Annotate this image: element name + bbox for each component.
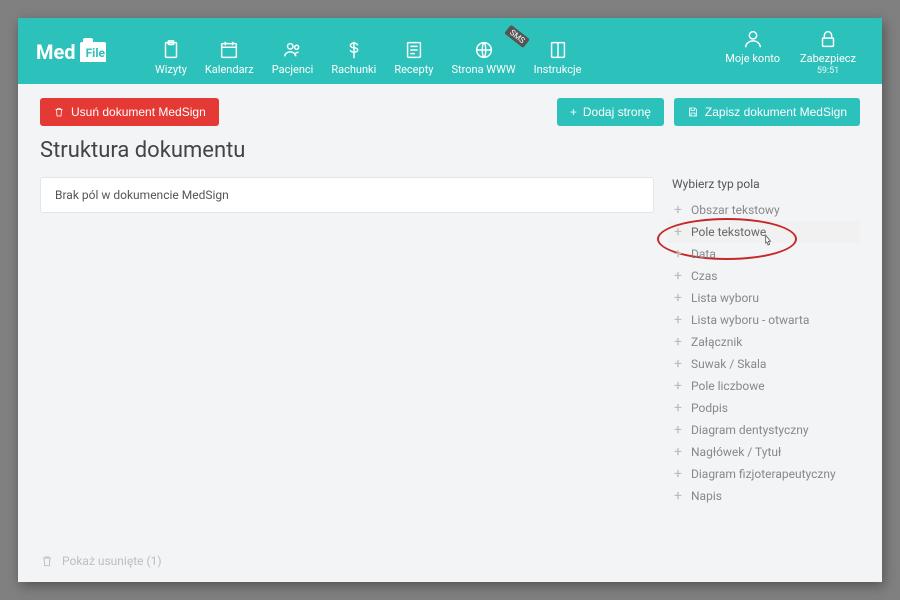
field-type-item[interactable]: + Diagram fizjoterapeutyczny [668, 463, 860, 485]
plus-icon: + [672, 225, 684, 239]
field-type-item[interactable]: + Podpis [668, 397, 860, 419]
plus-icon: + [672, 247, 684, 261]
plus-icon: + [672, 423, 684, 437]
plus-icon: + [672, 489, 684, 503]
field-type-label: Lista wyboru - otwarta [691, 313, 809, 327]
logo-text-1: Med [36, 40, 76, 64]
show-deleted-link[interactable]: Pokaż usunięte (1) [62, 554, 162, 568]
nav-patients[interactable]: Pacjenci [264, 37, 322, 78]
nav-invoices[interactable]: Rachunki [323, 37, 384, 78]
field-type-label: Nagłówek / Tytuł [691, 445, 781, 459]
book-icon [547, 39, 569, 61]
nav-account[interactable]: Moje konto [717, 26, 788, 78]
field-type-item[interactable]: + Data [668, 243, 860, 265]
field-type-label: Data [691, 247, 716, 261]
field-type-item[interactable]: + Czas [668, 265, 860, 287]
field-type-label: Diagram fizjoterapeutyczny [691, 467, 836, 481]
empty-document-message: Brak pól w dokumencie MedSign [40, 177, 654, 213]
field-type-label: Diagram dentystyczny [691, 423, 809, 437]
nav-calendar[interactable]: Kalendarz [197, 37, 262, 78]
field-type-label: Lista wyboru [691, 291, 759, 305]
field-type-item[interactable]: + Pole tekstowe [668, 221, 860, 243]
field-type-label: Czas [691, 269, 717, 283]
field-type-label: Pole tekstowe [691, 225, 766, 239]
field-type-item[interactable]: + Pole liczbowe [668, 375, 860, 397]
save-document-button[interactable]: Zapisz dokument MedSign [674, 98, 860, 126]
logo-text-2: File [86, 46, 105, 60]
field-type-label: Napis [691, 489, 722, 503]
action-bar: Usuń dokument MedSign + Dodaj stronę Zap… [40, 98, 860, 126]
calendar-icon [218, 39, 240, 61]
field-types-panel: Wybierz typ pola + Obszar tekstowy + Pole t… [668, 177, 860, 538]
field-type-item[interactable]: + Załącznik [668, 331, 860, 353]
clipboard-icon [160, 39, 182, 61]
field-type-label: Załącznik [691, 335, 742, 349]
save-icon [687, 106, 699, 118]
plus-icon: + [672, 313, 684, 327]
footer: Pokaż usunięte (1) [18, 544, 882, 582]
nav-visits[interactable]: Wizyty [147, 37, 195, 78]
plus-icon: + [672, 291, 684, 305]
field-type-label: Suwak / Skala [691, 357, 766, 371]
nav-prescriptions[interactable]: Recepty [386, 37, 441, 78]
document-structure-column: Brak pól w dokumencie MedSign [40, 177, 654, 538]
field-type-item[interactable]: + Obszar tekstowy [668, 199, 860, 221]
page-title: Struktura dokumentu [40, 138, 860, 163]
nav-main: Wizyty Kalendarz Pacjenci Rachunki Recep… [147, 37, 589, 78]
dollar-icon [343, 39, 365, 61]
field-type-item[interactable]: + Suwak / Skala [668, 353, 860, 375]
field-type-label: Obszar tekstowy [691, 203, 780, 217]
globe-icon [473, 39, 495, 61]
plus-icon: + [672, 357, 684, 371]
nav-lock[interactable]: Zabezpiecz 59:51 [792, 26, 864, 78]
field-types-title: Wybierz typ pola [668, 177, 860, 191]
field-type-item[interactable]: + Lista wyboru [668, 287, 860, 309]
field-type-label: Podpis [691, 401, 728, 415]
trash-icon [53, 106, 65, 118]
plus-icon: + [570, 105, 577, 119]
plus-icon: + [672, 269, 684, 283]
field-type-item[interactable]: + Lista wyboru - otwarta [668, 309, 860, 331]
trash-icon [40, 554, 54, 568]
nav-website[interactable]: SMS Strona WWW [444, 37, 524, 78]
lock-icon [817, 28, 839, 50]
field-type-label: Pole liczbowe [691, 379, 765, 393]
plus-icon: + [672, 379, 684, 393]
nav-instructions[interactable]: Instrukcje [526, 37, 590, 78]
list-icon [403, 39, 425, 61]
plus-icon: + [672, 445, 684, 459]
top-nav: Med File Wizyty Kalendarz Pacjenci [18, 18, 882, 84]
delete-document-button[interactable]: Usuń dokument MedSign [40, 98, 219, 126]
plus-icon: + [672, 335, 684, 349]
field-type-item[interactable]: + Napis [668, 485, 860, 507]
add-page-button[interactable]: + Dodaj stronę [557, 98, 664, 126]
plus-icon: + [672, 401, 684, 415]
people-icon [282, 39, 304, 61]
user-icon [742, 28, 764, 50]
field-type-item[interactable]: + Diagram dentystyczny [668, 419, 860, 441]
plus-icon: + [672, 203, 684, 217]
field-type-item[interactable]: + Nagłówek / Tytuł [668, 441, 860, 463]
logo[interactable]: Med File [36, 40, 127, 64]
plus-icon: + [672, 467, 684, 481]
nav-right: Moje konto Zabezpiecz 59:51 [717, 26, 864, 78]
